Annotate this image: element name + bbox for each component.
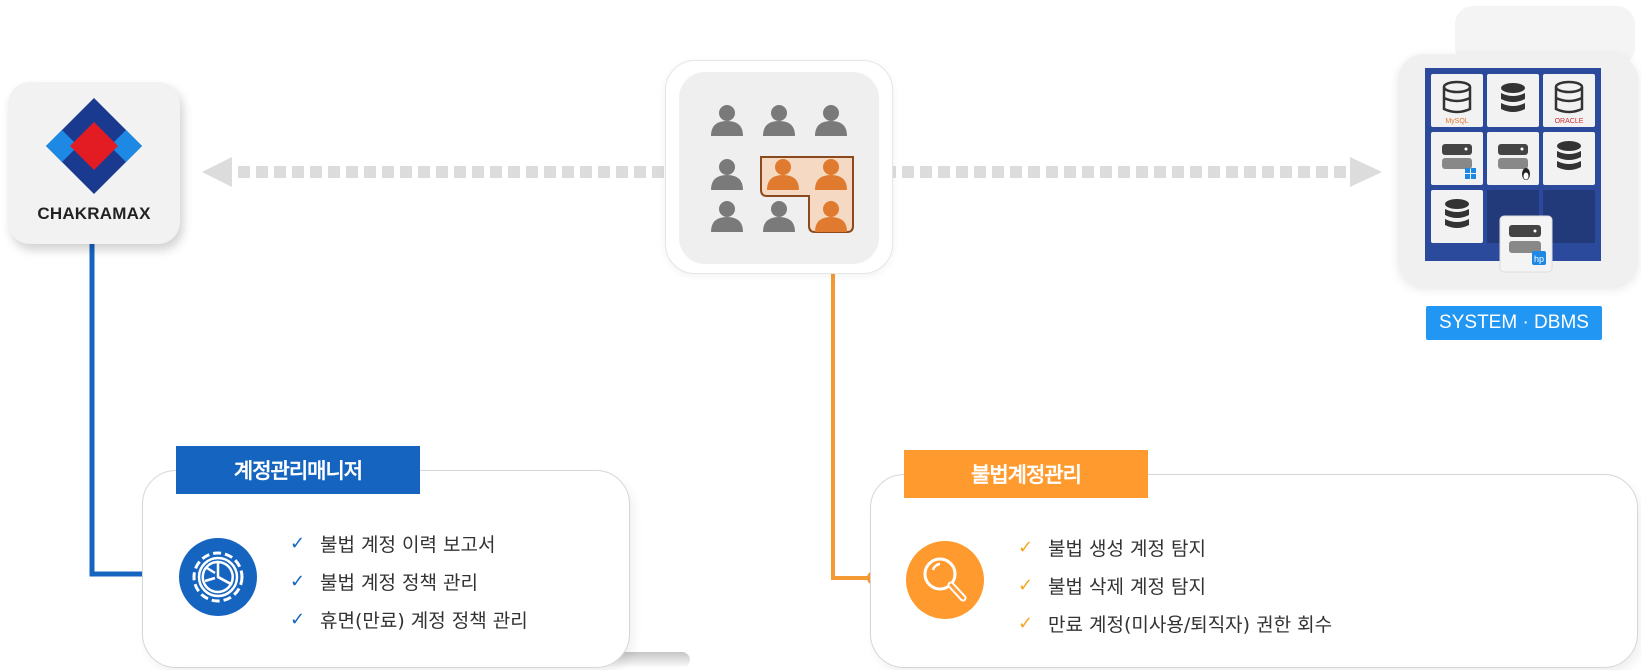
illegal-account-feature-list: ✓ 불법 생성 계정 탐지 ✓ 불법 삭제 계정 탐지 ✓ 만료 계정(미사용/… bbox=[1018, 528, 1332, 642]
account-manager-title: 계정관리매니저 bbox=[176, 446, 420, 494]
list-item-label: 불법 삭제 계정 탐지 bbox=[1048, 575, 1206, 598]
oracle-label: ORACLE bbox=[1555, 118, 1584, 125]
chakramax-diamond-logo-icon bbox=[46, 98, 142, 194]
database-icon bbox=[1543, 132, 1595, 185]
list-item: ✓ 불법 생성 계정 탐지 bbox=[1018, 528, 1332, 566]
list-item-label: 만료 계정(미사용/퇴직자) 권한 회수 bbox=[1048, 613, 1333, 636]
check-icon: ✓ bbox=[290, 532, 306, 554]
list-item-label: 불법 생성 계정 탐지 bbox=[1048, 537, 1206, 560]
chakramax-logo-card: CHAKRAMAX bbox=[8, 82, 180, 244]
account-manager-feature-list: ✓ 불법 계정 이력 보고서 ✓ 불법 계정 정책 관리 ✓ 휴면(만료) 계정… bbox=[290, 524, 528, 638]
gear-chart-icon bbox=[179, 538, 257, 616]
oracle-database-icon: ORACLE bbox=[1543, 74, 1595, 127]
check-icon: ✓ bbox=[1018, 612, 1034, 634]
check-icon: ✓ bbox=[1018, 574, 1034, 596]
magnifier-icon bbox=[906, 541, 984, 619]
left-dashed-arrow bbox=[202, 157, 668, 187]
list-item: ✓ 만료 계정(미사용/퇴직자) 권한 회수 bbox=[1018, 604, 1332, 642]
list-item-label: 불법 계정 이력 보고서 bbox=[320, 533, 496, 556]
blue-connector bbox=[89, 244, 142, 577]
list-item-label: 불법 계정 정책 관리 bbox=[320, 571, 478, 594]
database-icon bbox=[1487, 74, 1539, 127]
check-icon: ✓ bbox=[290, 608, 306, 630]
list-item: ✓ 휴면(만료) 계정 정책 관리 bbox=[290, 600, 528, 638]
illegal-account-title: 불법계정관리 bbox=[904, 450, 1148, 498]
windows-server-icon bbox=[1431, 132, 1483, 185]
hp-server-icon: hp bbox=[1499, 215, 1553, 273]
svg-text:hp: hp bbox=[1534, 254, 1544, 264]
check-icon: ✓ bbox=[1018, 536, 1034, 558]
list-item: ✓ 불법 계정 이력 보고서 bbox=[290, 524, 528, 562]
mysql-label: MySQL bbox=[1445, 118, 1468, 125]
user-group-icon bbox=[711, 105, 854, 233]
list-item-label: 휴면(만료) 계정 정책 관리 bbox=[320, 609, 528, 632]
chakramax-logo-text: CHAKRAMAX bbox=[37, 204, 151, 223]
database-icon bbox=[1431, 190, 1483, 243]
linux-server-icon bbox=[1487, 132, 1539, 185]
list-item: ✓ 불법 삭제 계정 탐지 bbox=[1018, 566, 1332, 604]
system-dbms-badge: SYSTEM · DBMS bbox=[1426, 306, 1602, 340]
mysql-database-icon: MySQL bbox=[1431, 74, 1483, 127]
list-item: ✓ 불법 계정 정책 관리 bbox=[290, 562, 528, 600]
check-icon: ✓ bbox=[290, 570, 306, 592]
right-dashed-arrow bbox=[884, 157, 1382, 187]
